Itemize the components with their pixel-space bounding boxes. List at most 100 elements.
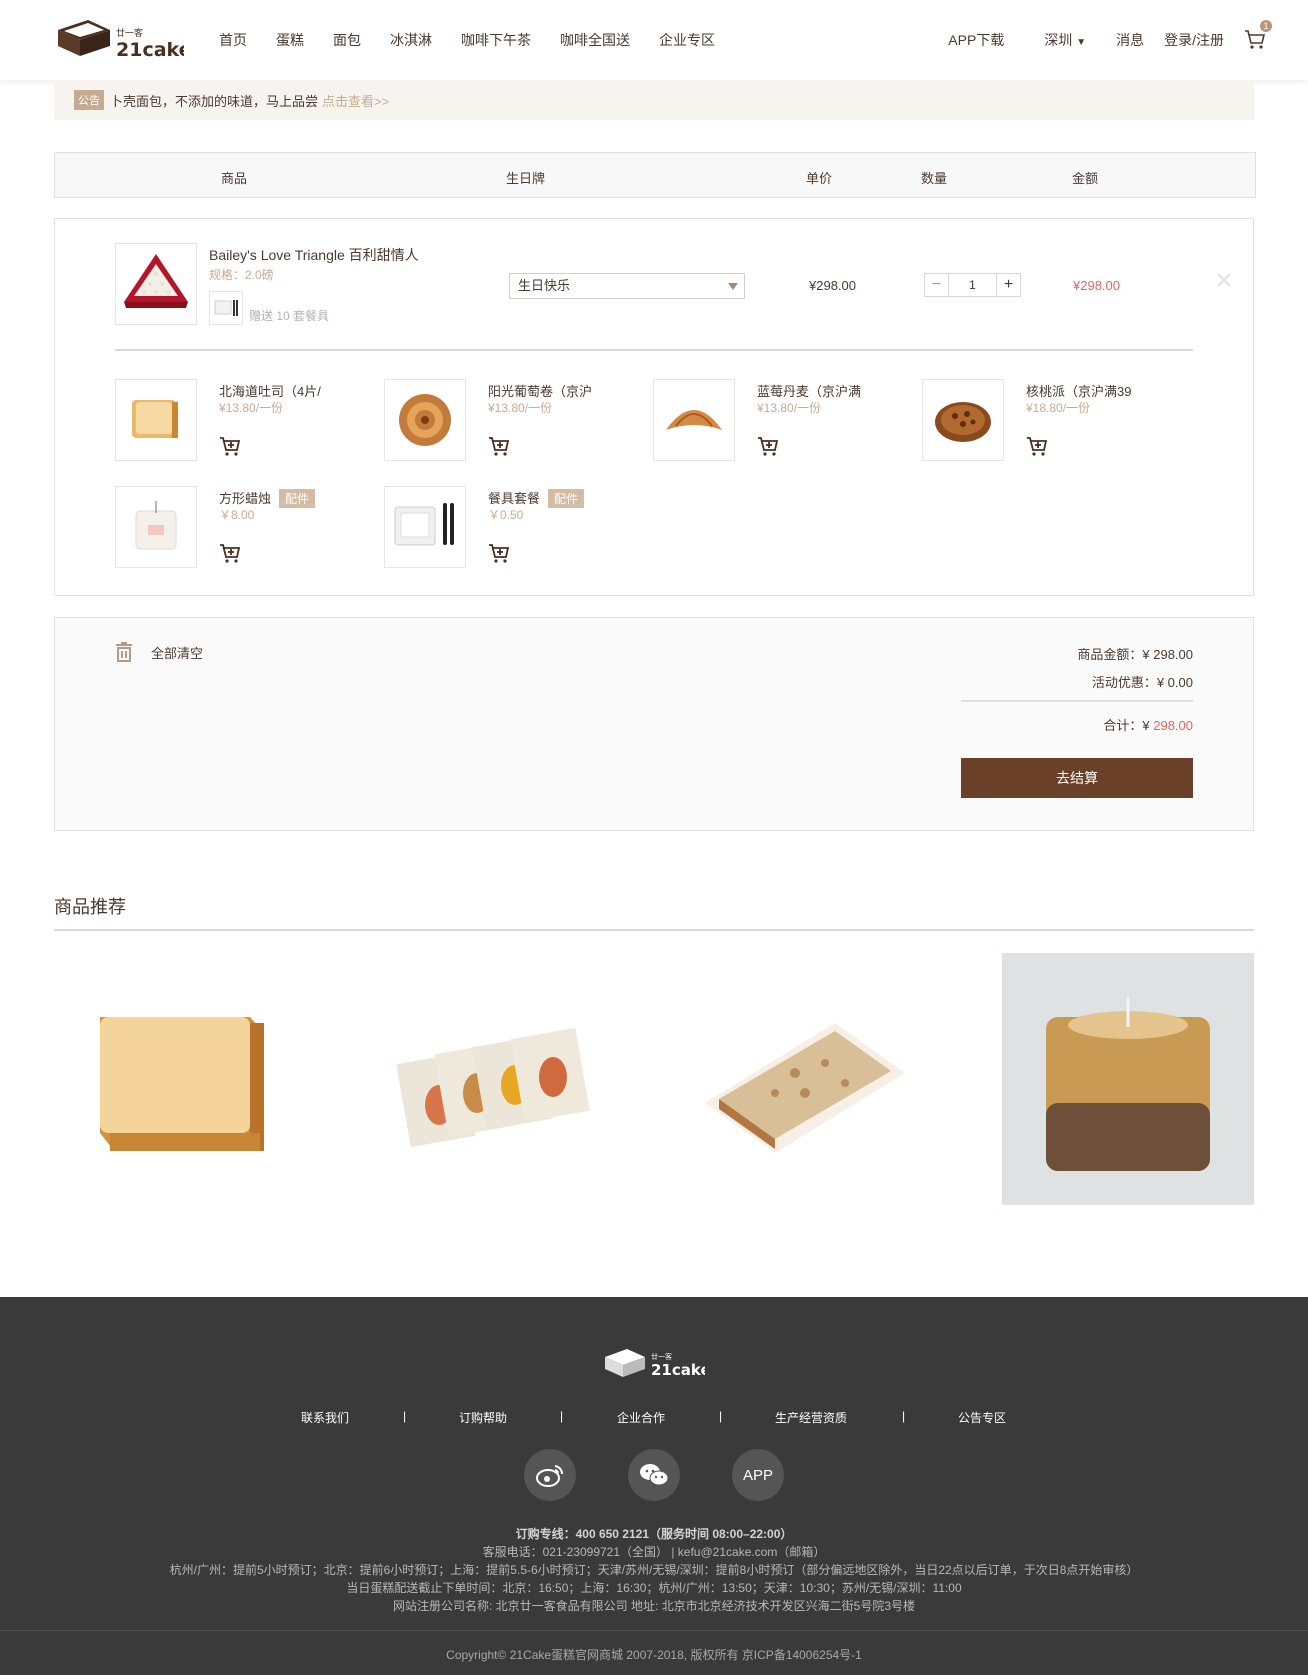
site-footer: 廿一客 21cake 联系我们 | 订购帮助 | 企业合作 | 生产经营资质 |… bbox=[0, 1297, 1308, 1675]
header-cart-button[interactable]: 1 bbox=[1244, 20, 1272, 52]
coffee-packs-image bbox=[369, 953, 621, 1205]
discount-label: 活动优惠： bbox=[1091, 675, 1157, 690]
add-to-cart-icon[interactable] bbox=[488, 435, 510, 457]
brand-logo[interactable]: 廿一客 21cake bbox=[54, 16, 184, 62]
item-divider bbox=[115, 349, 1193, 351]
total-value: 298.00 bbox=[1153, 718, 1193, 733]
quantity-increase-button[interactable]: + bbox=[996, 274, 1020, 296]
col-birthday-card: 生日牌 bbox=[506, 171, 546, 186]
line-total: ¥298.00 bbox=[1073, 278, 1120, 293]
footer-cutoff: 当日蛋糕配送截止下单时间：北京：16:50；上海：16:30；杭州/广州：13:… bbox=[346, 1581, 962, 1595]
announcement-link[interactable]: 点击查看>> bbox=[322, 91, 389, 110]
footer-link-license[interactable]: 生产经营资质 bbox=[775, 1409, 847, 1426]
checkout-button[interactable]: 去结算 bbox=[961, 758, 1193, 798]
remove-item-icon[interactable] bbox=[1215, 271, 1233, 289]
add-to-cart-icon[interactable] bbox=[219, 435, 241, 457]
nav-cake[interactable]: 蛋糕 bbox=[276, 30, 304, 50]
nav-home[interactable]: 首页 bbox=[219, 30, 247, 50]
addon-price: ¥18.80/一份 bbox=[1026, 401, 1091, 415]
addon-item: 核桃派（京沪满39 ¥18.80/一份 bbox=[922, 379, 1172, 463]
col-unit-price: 单价 bbox=[806, 171, 833, 186]
svg-text:廿一客: 廿一客 bbox=[116, 27, 143, 39]
addon-name[interactable]: 方形蜡烛 配件 bbox=[219, 488, 316, 508]
footer-service: 客服电话：021-23099721（全国） | kefu@21cake.com（… bbox=[482, 1545, 826, 1559]
weibo-button[interactable] bbox=[524, 1449, 576, 1501]
nav-icecream[interactable]: 冰淇淋 bbox=[390, 30, 432, 50]
footer-hotline: 订购专线：400 650 2121（服务时间 08:00–22:00） bbox=[515, 1527, 793, 1541]
birthday-card-select[interactable]: 生日快乐 bbox=[509, 273, 745, 299]
addon-name[interactable]: 蓝莓丹麦（京沪满 bbox=[757, 381, 861, 400]
col-quantity: 数量 bbox=[921, 171, 948, 186]
addon-price: ￥8.00 bbox=[219, 508, 255, 522]
quantity-value[interactable]: 1 bbox=[949, 274, 996, 296]
add-to-cart-icon[interactable] bbox=[488, 542, 510, 564]
croissant-image bbox=[654, 380, 734, 460]
wechat-button[interactable] bbox=[628, 1449, 680, 1501]
addon-name[interactable]: 核桃派（京沪满39 bbox=[1026, 381, 1131, 400]
app-download-link[interactable]: APP下载 bbox=[948, 30, 1004, 50]
cart-item-box: Bailey's Love Triangle 百利甜情人 规格：2.0磅 赠送 … bbox=[54, 218, 1254, 596]
footer-link-notices[interactable]: 公告专区 bbox=[958, 1409, 1006, 1426]
recommend-item[interactable] bbox=[1002, 953, 1254, 1205]
announcement-bar: 公告 卜壳面包，不添加的味道，马上品尝 点击查看>> bbox=[54, 80, 1254, 120]
quantity-decrease-button[interactable]: − bbox=[925, 274, 949, 296]
login-register-link[interactable]: 登录/注册 bbox=[1164, 30, 1224, 50]
addon-price: ¥13.80/一份 bbox=[219, 401, 284, 415]
discount-row: 活动优惠：¥ 0.00 bbox=[1092, 672, 1193, 691]
nav-coffee-tea[interactable]: 咖啡下午茶 bbox=[461, 30, 531, 50]
cart-count-badge: 1 bbox=[1260, 20, 1272, 32]
recommend-item[interactable] bbox=[685, 953, 937, 1205]
addon-thumbnail[interactable] bbox=[384, 379, 466, 461]
cake-image bbox=[116, 244, 196, 324]
footer-link-cooperation[interactable]: 企业合作 bbox=[617, 1409, 665, 1426]
footer-logo: 廿一客 21cake bbox=[605, 1349, 705, 1379]
recommend-item[interactable] bbox=[369, 953, 621, 1205]
addon-price: ￥0.50 bbox=[488, 508, 524, 522]
nav-coffee-delivery[interactable]: 咖啡全国送 bbox=[560, 30, 630, 50]
addon-item: 蓝莓丹麦（京沪满 ¥13.80/一份 bbox=[653, 379, 903, 463]
recommend-item[interactable] bbox=[54, 953, 306, 1205]
chevron-down-icon: ▼ bbox=[1076, 37, 1087, 48]
cart-summary: 全部清空 商品金额：¥ 298.00 活动优惠：¥ 0.00 合计：¥ 298.… bbox=[54, 617, 1254, 831]
product-thumbnail[interactable] bbox=[115, 243, 197, 325]
tableware-set-image bbox=[385, 487, 465, 567]
candle-image bbox=[116, 487, 196, 567]
walnut-pie-image bbox=[923, 380, 1003, 460]
footer-order-times: 杭州/广州：提前5小时预订；北京：提前6小时预订；上海：提前5.5-6小时预订；… bbox=[169, 1563, 1139, 1577]
recommend-title: 商品推荐 bbox=[54, 897, 126, 917]
addon-name[interactable]: 餐具套餐 配件 bbox=[488, 488, 585, 508]
add-to-cart-icon[interactable] bbox=[1026, 435, 1048, 457]
city-label: 深圳 bbox=[1044, 32, 1073, 48]
addon-thumbnail[interactable] bbox=[115, 379, 197, 461]
svg-text:21cake: 21cake bbox=[116, 39, 184, 61]
birthday-card-value: 生日快乐 bbox=[518, 278, 571, 293]
addon-thumbnail[interactable] bbox=[922, 379, 1004, 461]
accessory-tag: 配件 bbox=[279, 489, 316, 508]
summary-divider bbox=[961, 700, 1193, 702]
footer-link-contact[interactable]: 联系我们 bbox=[301, 1409, 349, 1426]
total-row: 合计：¥ 298.00 bbox=[1103, 715, 1193, 734]
addon-name[interactable]: 北海道吐司（4片/ bbox=[219, 381, 321, 400]
site-header: 廿一客 21cake 首页 蛋糕 面包 冰淇淋 咖啡下午茶 咖啡全国送 企业专区… bbox=[0, 0, 1308, 80]
nav-enterprise[interactable]: 企业专区 bbox=[659, 30, 715, 50]
city-selector[interactable]: 深圳 ▼ bbox=[1044, 30, 1086, 50]
messages-link[interactable]: 消息 bbox=[1116, 30, 1144, 50]
nav-bread[interactable]: 面包 bbox=[333, 30, 361, 50]
announcement-tag: 公告 bbox=[74, 90, 104, 110]
addon-thumbnail[interactable] bbox=[384, 486, 466, 568]
add-to-cart-icon[interactable] bbox=[757, 435, 779, 457]
addon-name[interactable]: 阳光葡萄卷（京沪 bbox=[488, 381, 592, 400]
app-button[interactable]: APP bbox=[732, 1449, 784, 1501]
footer-link-help[interactable]: 订购帮助 bbox=[459, 1409, 507, 1426]
clear-all-button[interactable]: 全部清空 bbox=[115, 642, 203, 662]
addon-name-text: 餐具套餐 bbox=[488, 491, 541, 506]
addon-thumbnail[interactable] bbox=[653, 379, 735, 461]
trash-icon bbox=[116, 642, 132, 662]
footer-separator: | bbox=[560, 1409, 564, 1423]
cart-table-header: 商品 生日牌 单价 数量 金额 bbox=[54, 152, 1256, 198]
add-to-cart-icon[interactable] bbox=[219, 542, 241, 564]
footer-copyright: Copyright© 21Cake蛋糕官网商城 2007-2018, 版权所有 … bbox=[446, 1648, 862, 1662]
product-name[interactable]: Bailey's Love Triangle 百利甜情人 bbox=[209, 245, 419, 265]
addon-thumbnail[interactable] bbox=[115, 486, 197, 568]
unit-price: ¥298.00 bbox=[809, 278, 856, 293]
